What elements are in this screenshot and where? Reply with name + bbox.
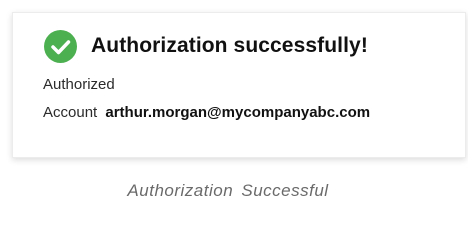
authorization-status: Authorized [43, 76, 115, 93]
card-header: Authorization successfully! [44, 29, 368, 63]
account-label: Account [43, 104, 98, 121]
check-circle-icon [44, 29, 77, 63]
caption: Authorization Successful [127, 181, 329, 200]
authorization-card: Authorization successfully! Authorized A… [12, 12, 466, 158]
account-line: Account arthur.morgan@mycompanyabc.com [43, 104, 370, 121]
account-email: arthur.morgan@mycompanyabc.com [105, 104, 371, 121]
authorization-title: Authorization successfully! [91, 34, 368, 57]
